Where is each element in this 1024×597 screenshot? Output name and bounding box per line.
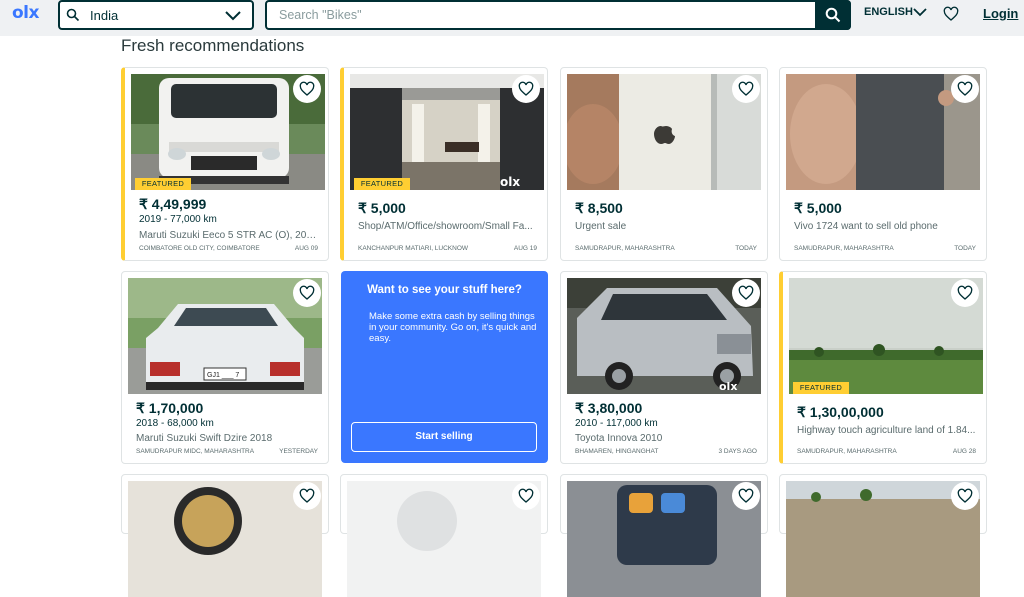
listing-card[interactable]: olx ₹ 3,80,000 2010 - 117,000 km Toyota …: [560, 271, 768, 464]
heart-icon: [957, 81, 973, 96]
heart-icon: [518, 488, 534, 503]
listing-title: Maruti Suzuki Eeco 5 STR AC (O), 201...: [139, 230, 320, 241]
listing-card[interactable]: FEATURED ₹ 1,30,00,000 Highway touch agr…: [779, 271, 987, 464]
featured-badge: FEATURED: [135, 178, 191, 190]
promo-heading: Want to see your stuff here?: [367, 284, 522, 296]
listing-card[interactable]: GJ1 ___ 7 ₹ 1,70,000 2018 - 68,000 km Ma…: [121, 271, 329, 464]
header-bar: olx India Search "Bikes" ENGLISH Login: [0, 0, 1024, 36]
listing-title: Highway touch agriculture land of 1.84..…: [797, 425, 976, 436]
listing-date: 3 DAYS AGO: [718, 448, 757, 455]
chevron-down-icon: [225, 11, 241, 21]
listing-details: 2018 - 68,000 km: [136, 418, 214, 429]
listing-details: 2010 - 117,000 km: [575, 418, 658, 429]
listing-details: 2019 - 77,000 km: [139, 214, 217, 225]
favorite-button[interactable]: [732, 75, 760, 103]
favorite-button[interactable]: [732, 482, 760, 510]
listing-location: COIMBATORE OLD CITY, COIMBATORE: [139, 245, 260, 252]
heart-icon: [299, 285, 315, 300]
listing-location: SAMUDRAPUR, MAHARASHTRA: [794, 245, 894, 252]
chevron-down-icon[interactable]: [912, 6, 928, 18]
heart-icon: [738, 81, 754, 96]
listing-card[interactable]: ₹ 8,500 Urgent sale SAMUDRAPUR, MAHARASH…: [560, 67, 768, 261]
listing-card[interactable]: [560, 474, 768, 597]
listing-price: ₹ 3,80,000: [575, 400, 643, 416]
listing-date: AUG 19: [513, 245, 537, 252]
listing-title: Urgent sale: [575, 221, 627, 232]
listing-card[interactable]: FEATURED ₹ 4,49,999 2019 - 77,000 km Mar…: [121, 67, 329, 261]
listing-location: SAMUDRAPUR, MAHARASHTRA: [797, 448, 897, 455]
favorite-button[interactable]: [512, 75, 540, 103]
search-button[interactable]: [815, 0, 851, 30]
listing-price: ₹ 4,49,999: [139, 196, 207, 212]
heart-icon: [299, 488, 315, 503]
listing-title: Shop/ATM/Office/showroom/Small Fa...: [358, 221, 533, 232]
listing-date: AUG 28: [952, 448, 976, 455]
image-watermark: olx: [500, 175, 520, 189]
listing-title: Vivo 1724 want to sell old phone: [794, 221, 938, 232]
heart-icon: [299, 81, 315, 96]
favorite-button[interactable]: [951, 279, 979, 307]
listing-date: TODAY: [735, 245, 757, 252]
heart-icon: [518, 81, 534, 96]
featured-badge: FEATURED: [354, 178, 410, 190]
listing-location: BHAMAREN, HINGANGHAT: [575, 448, 659, 455]
favorite-button[interactable]: [951, 482, 979, 510]
listing-date: TODAY: [954, 245, 976, 252]
language-selector[interactable]: ENGLISH: [864, 6, 913, 18]
listing-card[interactable]: olx FEATURED ₹ 5,000 Shop/ATM/Office/sho…: [340, 67, 548, 261]
location-selector[interactable]: India: [58, 0, 254, 30]
favorite-button[interactable]: [293, 279, 321, 307]
listing-price: ₹ 5,000: [358, 200, 406, 216]
heart-icon: [738, 285, 754, 300]
listing-price: ₹ 8,500: [575, 200, 623, 216]
olx-logo[interactable]: olx: [12, 3, 39, 23]
listing-price: ₹ 1,30,00,000: [797, 404, 884, 420]
listing-title: Maruti Suzuki Swift Dzire 2018: [136, 433, 273, 444]
search-icon: [825, 7, 841, 23]
heart-icon: [738, 488, 754, 503]
featured-badge: FEATURED: [793, 382, 849, 394]
listing-card[interactable]: [340, 474, 548, 597]
search-bar[interactable]: Search "Bikes": [265, 0, 851, 30]
favorite-button[interactable]: [293, 482, 321, 510]
listing-location: SAMUDRAPUR, MAHARASHTRA: [575, 245, 675, 252]
listing-date: AUG 09: [294, 245, 318, 252]
favorites-heart-icon[interactable]: [943, 6, 959, 22]
favorite-button[interactable]: [951, 75, 979, 103]
heart-icon: [957, 488, 973, 503]
section-title: Fresh recommendations: [121, 36, 305, 55]
favorite-button[interactable]: [512, 482, 540, 510]
login-link[interactable]: Login: [983, 6, 1018, 21]
image-watermark: olx: [719, 380, 737, 393]
license-plate: GJ1 ___ 7: [207, 372, 239, 379]
promo-text: Make some extra cash by selling things i…: [369, 311, 537, 344]
sell-promo-card: Want to see your stuff here? Make some e…: [341, 271, 548, 463]
listing-price: ₹ 5,000: [794, 200, 842, 216]
listing-price: ₹ 1,70,000: [136, 400, 204, 416]
favorite-button[interactable]: [732, 279, 760, 307]
listing-card[interactable]: [121, 474, 329, 597]
search-icon: [66, 8, 80, 22]
start-selling-button[interactable]: Start selling: [351, 422, 537, 452]
favorite-button[interactable]: [293, 75, 321, 103]
listing-card[interactable]: ₹ 5,000 Vivo 1724 want to sell old phone…: [779, 67, 987, 261]
listing-date: YESTERDAY: [279, 448, 318, 455]
listing-title: Toyota Innova 2010: [575, 433, 663, 444]
heart-icon: [957, 285, 973, 300]
listing-card[interactable]: [779, 474, 987, 597]
search-input[interactable]: Search "Bikes": [279, 8, 362, 22]
listing-location: SAMUDRAPUR MIDC, MAHARASHTRA: [136, 448, 255, 455]
location-value: India: [90, 8, 119, 23]
listing-location: KANCHANPUR MATIARI, LUCKNOW: [358, 245, 469, 252]
